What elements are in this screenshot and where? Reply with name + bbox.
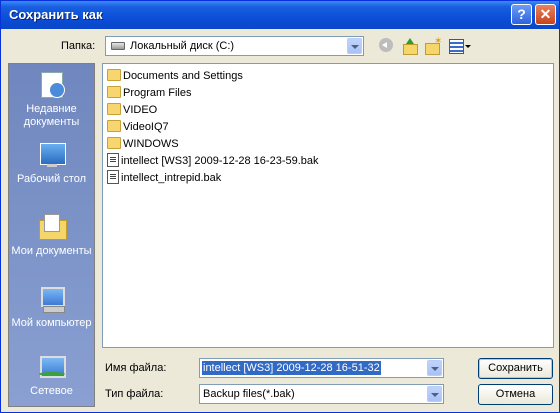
places-bar: Недавние документы Рабочий стол Мои доку… [8,63,95,407]
save-button[interactable]: Сохранить [478,358,553,379]
file-list[interactable]: Documents and Settings Program Files VID… [102,63,554,348]
folder-icon [107,86,121,99]
up-folder-icon[interactable] [401,38,419,55]
file-name: intellect_intrepid.bak [121,172,222,184]
chevron-down-icon[interactable] [427,360,442,376]
new-folder-icon[interactable] [424,36,442,55]
folder-icon [107,103,121,116]
save-as-dialog: Сохранить как ? ✕ Папка: Локальный диск … [0,0,560,413]
list-item[interactable]: Program Files [107,85,191,101]
filename-value[interactable]: intellect [WS3] 2009-12-28 16-51-32 [202,361,381,375]
list-item[interactable]: VIDEO [107,102,157,118]
list-item[interactable]: VideoIQ7 [107,119,169,135]
filetype-value: Backup files(*.bak) [203,388,295,400]
filetype-dropdown[interactable]: Backup files(*.bak) [199,384,444,404]
place-my-computer[interactable]: Мой компьютер [9,284,94,330]
desktop-icon [37,140,67,170]
folder-icon [107,69,121,82]
look-in-value: Локальный диск (C:) [130,40,235,52]
place-recent-documents[interactable]: Недавние документы [9,70,94,129]
filename-field[interactable]: intellect [WS3] 2009-12-28 16-51-32 [199,358,444,378]
place-my-documents[interactable]: Мои документы [9,212,94,258]
backup-file-icon [107,170,119,185]
folder-icon [107,137,121,150]
file-name: WINDOWS [123,138,179,150]
file-name: VIDEO [123,104,158,116]
my-documents-icon [37,212,67,242]
recent-documents-icon [37,70,67,100]
drive-icon [111,42,125,50]
look-in-dropdown[interactable]: Локальный диск (C:) [105,36,364,56]
backup-file-icon [107,153,119,168]
list-item[interactable]: Documents and Settings [107,68,243,84]
list-item[interactable]: WINDOWS [107,136,179,152]
window-title: Сохранить как [9,7,103,22]
place-label: Мои документы [11,245,92,257]
file-name: Program Files [123,87,192,99]
folder-icon [107,120,121,133]
file-name: Documents and Settings [123,70,243,82]
place-network[interactable]: Сетевое [9,352,94,398]
cancel-button[interactable]: Отмена [478,384,553,405]
chevron-down-icon[interactable] [347,38,362,54]
place-label: Недавние документы [23,103,80,128]
place-label: Мой компьютер [11,317,92,329]
help-button[interactable]: ? [511,4,532,25]
my-computer-icon [37,284,67,314]
place-label: Рабочий стол [16,173,87,185]
filetype-label: Тип файла: [105,388,164,400]
title-bar[interactable]: Сохранить как ? ✕ [1,1,559,29]
back-icon[interactable] [378,38,396,54]
place-desktop[interactable]: Рабочий стол [9,140,94,186]
list-item[interactable]: intellect [WS3] 2009-12-28 16-23-59.bak [107,153,319,169]
close-button[interactable]: ✕ [535,4,556,25]
list-item[interactable]: intellect_intrepid.bak [107,170,221,186]
chevron-down-icon[interactable] [427,386,442,402]
file-name: VideoIQ7 [123,121,169,133]
views-menu-icon[interactable] [449,38,471,54]
network-icon [37,352,67,382]
filename-label: Имя файла: [105,362,167,374]
place-label: Сетевое [30,385,73,397]
look-in-label: Папка: [61,40,96,52]
file-name: intellect [WS3] 2009-12-28 16-23-59.bak [121,155,319,167]
